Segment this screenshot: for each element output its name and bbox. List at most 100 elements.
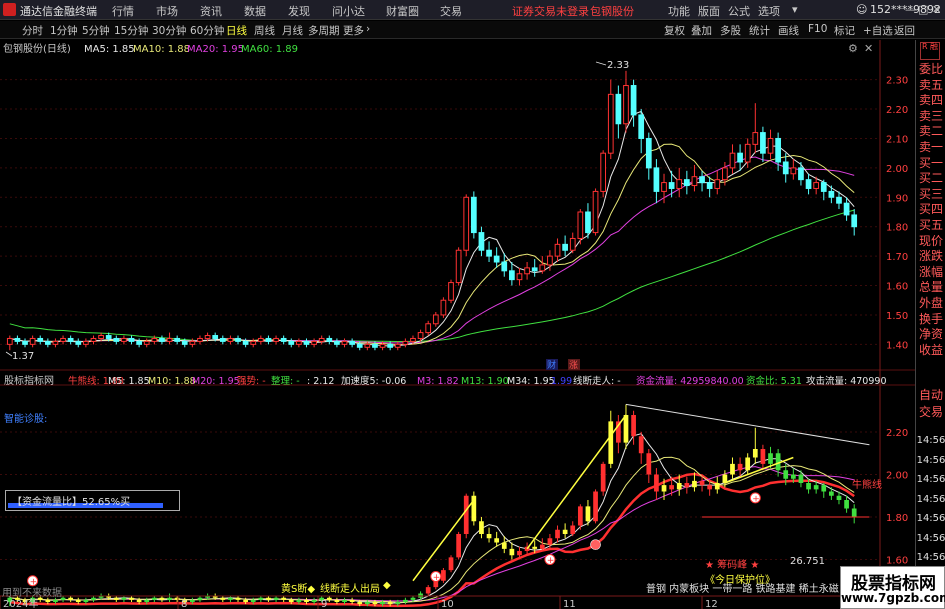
svg-text:+: +	[433, 573, 441, 583]
period-more[interactable]: 更多	[343, 23, 364, 38]
time-tick: 14:56	[916, 454, 945, 466]
sub-candle-body	[851, 508, 857, 517]
sub-candle-body	[790, 474, 796, 479]
quote-item-19[interactable]: 自动	[916, 388, 945, 403]
sub-candle-body	[91, 597, 96, 600]
tool-huaxian[interactable]: 画线	[778, 23, 799, 38]
quote-item-20[interactable]: 交易	[916, 405, 945, 420]
sub-candle-body	[129, 597, 134, 600]
more-chevron-icon[interactable]: ›	[366, 23, 370, 35]
sell-signal-icon	[590, 539, 601, 550]
sub-indicator-8: M3: 1.82	[417, 376, 459, 387]
candle-body	[44, 340, 51, 345]
sub-candle-body	[501, 542, 507, 549]
candle-body	[296, 340, 302, 345]
menu-hangqing[interactable]: 行情	[112, 3, 134, 19]
settings-icon[interactable]: ⚙	[848, 42, 858, 55]
price-tick: 1.40	[886, 340, 908, 351]
sub-indicator-10: M34: 1.95	[507, 376, 555, 387]
bull-bear-tag: 牛熊线	[852, 480, 882, 491]
low-marker: 1.37	[12, 351, 34, 362]
candle-body	[585, 211, 591, 234]
period-multi[interactable]: 多周期	[308, 23, 340, 38]
period-1min[interactable]: 1分钟	[50, 23, 78, 38]
tool-duogu[interactable]: 多股	[720, 23, 741, 38]
high-marker: 2.33	[607, 60, 629, 71]
login-notice[interactable]: 证券交易未登录	[512, 3, 589, 19]
menu-jiaoyi[interactable]: 交易	[440, 3, 462, 19]
ma10-label: MA10: 1.88	[133, 44, 190, 55]
quote-item-18: 收益	[918, 342, 943, 357]
menu-caifuquan[interactable]: 财富圈	[386, 3, 419, 19]
menu-gongneng[interactable]: 功能	[668, 3, 690, 19]
minimize-icon[interactable]: —	[905, 3, 916, 16]
current-stock: 包钢股份	[590, 5, 634, 18]
candle-body	[166, 337, 173, 342]
menu-gongshi[interactable]: 公式	[728, 3, 750, 19]
period-daily[interactable]: 日线	[226, 23, 247, 38]
user-icon[interactable]: ☺	[856, 3, 867, 16]
sub-candle-body	[441, 570, 446, 581]
sub-candle-body	[83, 599, 89, 602]
sub-candle-body	[159, 597, 165, 600]
quote-item-7: 买二	[918, 171, 943, 186]
smart-diagnosis: 智能诊股:	[4, 412, 47, 425]
menu-faxian[interactable]: 发现	[288, 3, 310, 19]
menu-banmian[interactable]: 版面	[698, 3, 720, 19]
sub-candle-body	[471, 495, 477, 522]
sub-candle-body	[806, 483, 811, 490]
sub-candle-body	[676, 483, 682, 490]
tool-tongji[interactable]: 统计	[749, 23, 770, 38]
candle-body	[691, 176, 698, 187]
period-fenshi[interactable]: 分时	[22, 23, 43, 38]
candle-body	[524, 267, 530, 275]
dropdown-icon[interactable]: ▾	[792, 3, 798, 16]
candle-body	[607, 93, 614, 154]
sub-candle-body	[349, 599, 355, 602]
candle-body	[227, 337, 234, 342]
close-icon[interactable]: ✕	[932, 3, 941, 16]
candle-body	[349, 340, 355, 345]
candle-body	[539, 264, 546, 272]
menu-xuanxiang[interactable]: 选项	[758, 3, 780, 19]
price-tick: 2.30	[886, 76, 908, 87]
period-60min[interactable]: 60分钟	[190, 23, 224, 38]
time-tick: 14:56	[916, 474, 945, 485]
ma20-label: MA20: 1.95	[187, 44, 244, 55]
tool-zixuan[interactable]: +自选	[863, 23, 893, 38]
sub-candle-body	[273, 597, 279, 600]
quote-item-4: 卖二	[918, 124, 943, 139]
no-data-note: 用到不来数据	[2, 588, 62, 599]
rise-marker[interactable]: 涨	[569, 360, 578, 371]
candle-body	[265, 337, 272, 342]
sub-candle-body	[669, 485, 674, 490]
finance-marker[interactable]: 财	[547, 359, 556, 371]
candle-body	[105, 335, 112, 339]
period-5min[interactable]: 5分钟	[82, 23, 110, 38]
menu-zixun[interactable]: 资讯	[200, 3, 222, 19]
candle-body	[440, 299, 447, 316]
sub-tick: 1.80	[886, 513, 908, 524]
period-monthly[interactable]: 月线	[282, 23, 303, 38]
menu-shichang[interactable]: 市场	[156, 3, 178, 19]
chip-peak-label: ★ 筹码峰 ★	[705, 560, 760, 571]
close-pane-icon[interactable]: ✕	[864, 42, 873, 55]
tool-fanhui[interactable]: 返回	[894, 23, 915, 38]
tool-diejia[interactable]: 叠加	[691, 23, 712, 38]
tool-f10[interactable]: F10	[808, 23, 827, 35]
menu-shuju[interactable]: 数据	[244, 3, 266, 19]
menu-wenxiaoda[interactable]: 问小达	[332, 3, 365, 19]
candle-body	[790, 167, 797, 175]
tool-fuquan[interactable]: 复权	[664, 23, 685, 38]
period-30min[interactable]: 30分钟	[152, 23, 186, 38]
kline-chart[interactable]: + +++ 2.302.202.102.001.901.801.701.601.5…	[0, 40, 915, 609]
period-weekly[interactable]: 周线	[254, 23, 275, 38]
tool-biaoji[interactable]: 标记	[834, 23, 855, 38]
sub-candle-body	[699, 480, 705, 486]
fund-ratio-box: 【资金流量比】52.65%买	[5, 490, 180, 511]
candle-body	[729, 152, 736, 169]
sub-candle-body	[646, 453, 652, 475]
period-15min[interactable]: 15分钟	[114, 23, 148, 38]
maximize-icon[interactable]: □	[918, 3, 928, 16]
candle-body	[121, 337, 127, 342]
